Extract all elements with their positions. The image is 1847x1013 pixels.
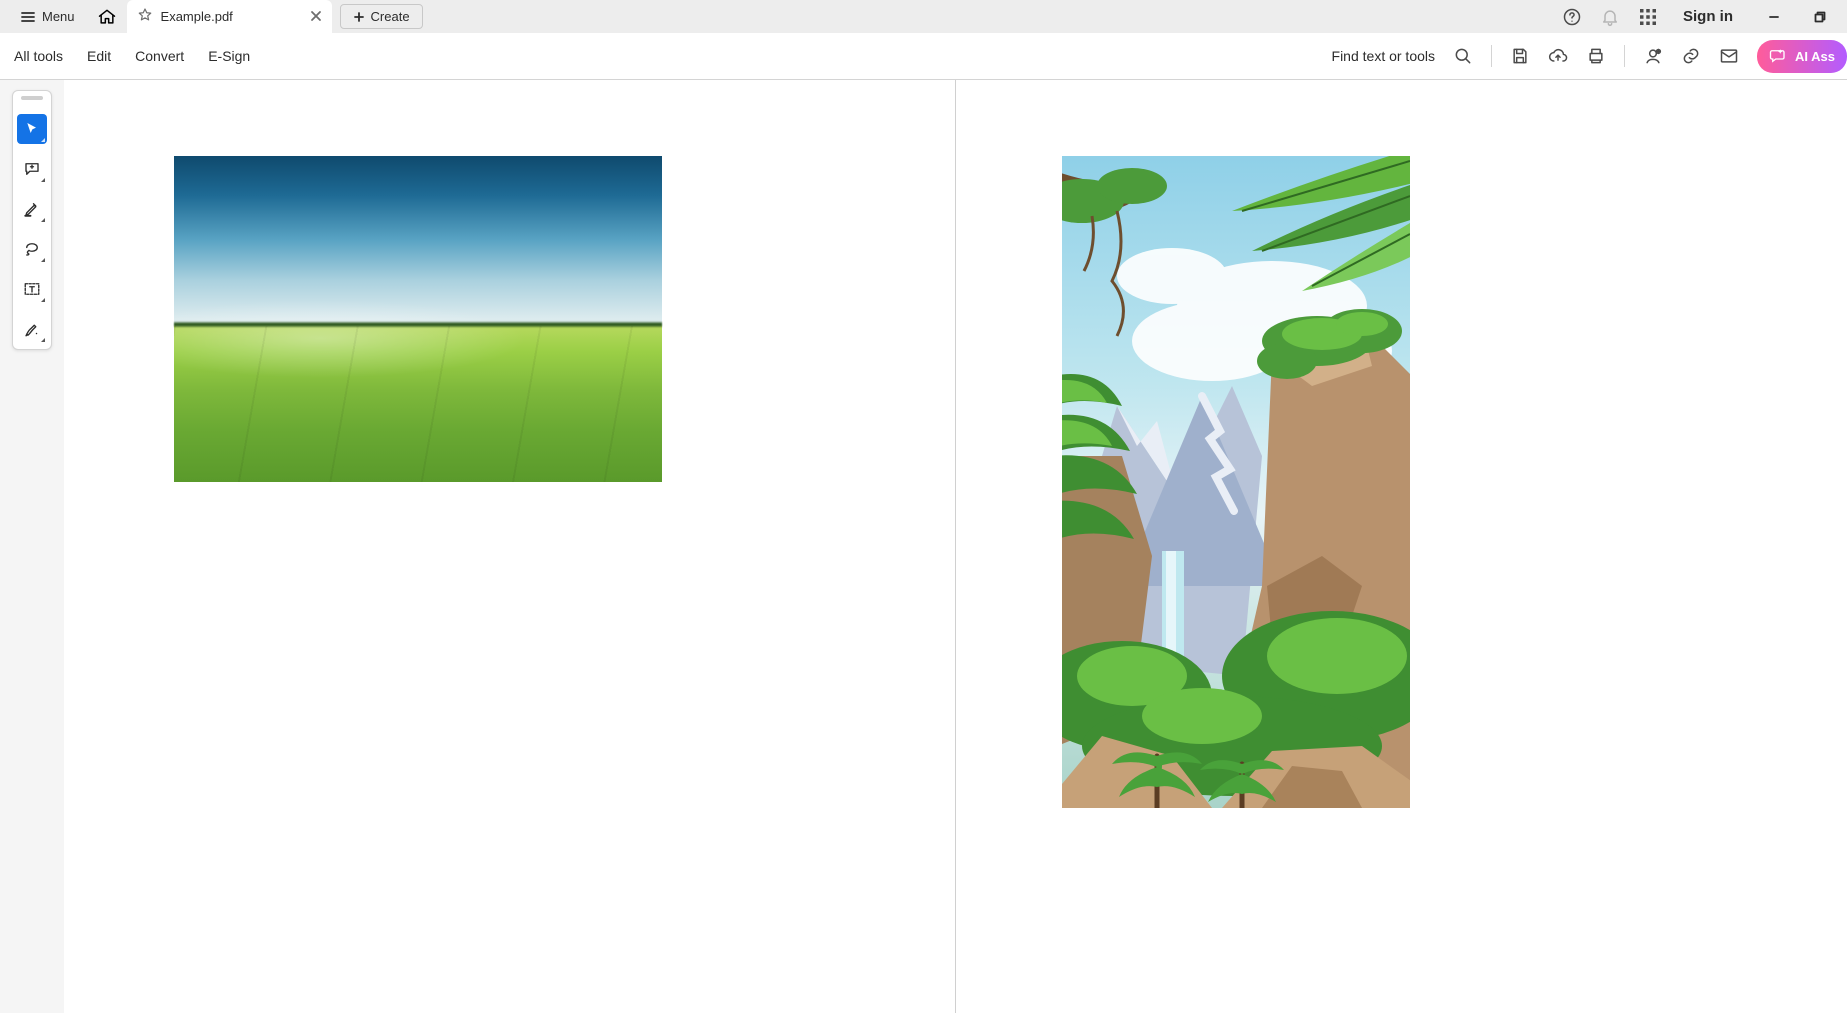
help-button[interactable] (1555, 0, 1589, 33)
ai-assistant-button[interactable]: AI Ass (1757, 40, 1847, 73)
home-icon (97, 7, 117, 27)
apps-button[interactable] (1631, 0, 1665, 33)
upload-button[interactable] (1548, 46, 1568, 66)
share-button[interactable] (1643, 46, 1663, 66)
esign-link[interactable]: E-Sign (208, 48, 250, 64)
save-icon (1510, 46, 1530, 66)
page-2[interactable] (955, 80, 1847, 1013)
plus-icon (353, 11, 365, 23)
save-button[interactable] (1510, 46, 1530, 66)
search-icon (1453, 46, 1473, 66)
print-icon (1586, 46, 1606, 66)
palette-grip[interactable] (21, 96, 43, 100)
document-tab[interactable]: Example.pdf (127, 0, 332, 33)
tool-palette[interactable] (12, 90, 52, 350)
star-icon[interactable] (137, 7, 153, 26)
lasso-draw-icon (23, 240, 41, 258)
separator (1491, 45, 1492, 67)
fill-sign-tool-button[interactable] (17, 314, 47, 344)
document-view (0, 80, 1847, 1013)
maximize-button[interactable] (1797, 0, 1843, 33)
print-button[interactable] (1586, 46, 1606, 66)
minimize-icon (1768, 11, 1780, 23)
help-icon (1562, 7, 1582, 27)
tab-filename: Example.pdf (161, 9, 233, 24)
create-label: Create (371, 9, 410, 24)
home-button[interactable] (93, 3, 121, 31)
link-button[interactable] (1681, 46, 1701, 66)
share-people-icon (1643, 46, 1663, 66)
ai-label: AI Ass (1795, 49, 1835, 64)
mail-icon (1719, 46, 1739, 66)
comment-icon (23, 160, 41, 178)
link-icon (1681, 46, 1701, 66)
cursor-icon (24, 121, 40, 137)
cloud-upload-icon (1548, 46, 1568, 66)
highlight-tool-button[interactable] (17, 194, 47, 224)
pen-sign-icon (23, 320, 41, 338)
all-tools-link[interactable]: All tools (14, 48, 63, 64)
draw-tool-button[interactable] (17, 234, 47, 264)
title-bar-right: Sign in (1555, 0, 1847, 33)
separator (1624, 45, 1625, 67)
search-button[interactable] (1453, 46, 1473, 66)
close-tab-button[interactable] (310, 9, 322, 25)
textbox-icon (23, 280, 41, 298)
sign-in-button[interactable]: Sign in (1669, 8, 1747, 25)
main-toolbar: All tools Edit Convert E-Sign Find text … (0, 33, 1847, 80)
chat-ai-icon (1769, 47, 1787, 65)
page-1[interactable] (64, 80, 955, 1013)
convert-link[interactable]: Convert (135, 48, 184, 64)
select-tool-button[interactable] (17, 114, 47, 144)
menu-button[interactable]: Menu (10, 3, 85, 30)
apps-grid-icon (1639, 8, 1657, 26)
maximize-icon (1814, 11, 1826, 23)
find-label: Find text or tools (1332, 48, 1436, 64)
edit-link[interactable]: Edit (87, 48, 111, 64)
page2-image-jungle (1062, 156, 1410, 808)
toolbar-right: Find text or tools AI Ass (1332, 40, 1833, 73)
textbox-tool-button[interactable] (17, 274, 47, 304)
bell-icon (1600, 7, 1620, 27)
highlighter-icon (23, 200, 41, 218)
minimize-button[interactable] (1751, 0, 1797, 33)
page1-image-field (174, 156, 662, 482)
close-icon (310, 10, 322, 22)
create-button[interactable]: Create (340, 4, 423, 29)
notifications-button[interactable] (1593, 0, 1627, 33)
hamburger-icon (20, 9, 36, 25)
window-controls (1751, 0, 1843, 33)
menu-label: Menu (42, 9, 75, 24)
title-bar: Menu Example.pdf Create Sign in (0, 0, 1847, 33)
email-button[interactable] (1719, 46, 1739, 66)
pages-container (64, 80, 1847, 1013)
comment-tool-button[interactable] (17, 154, 47, 184)
